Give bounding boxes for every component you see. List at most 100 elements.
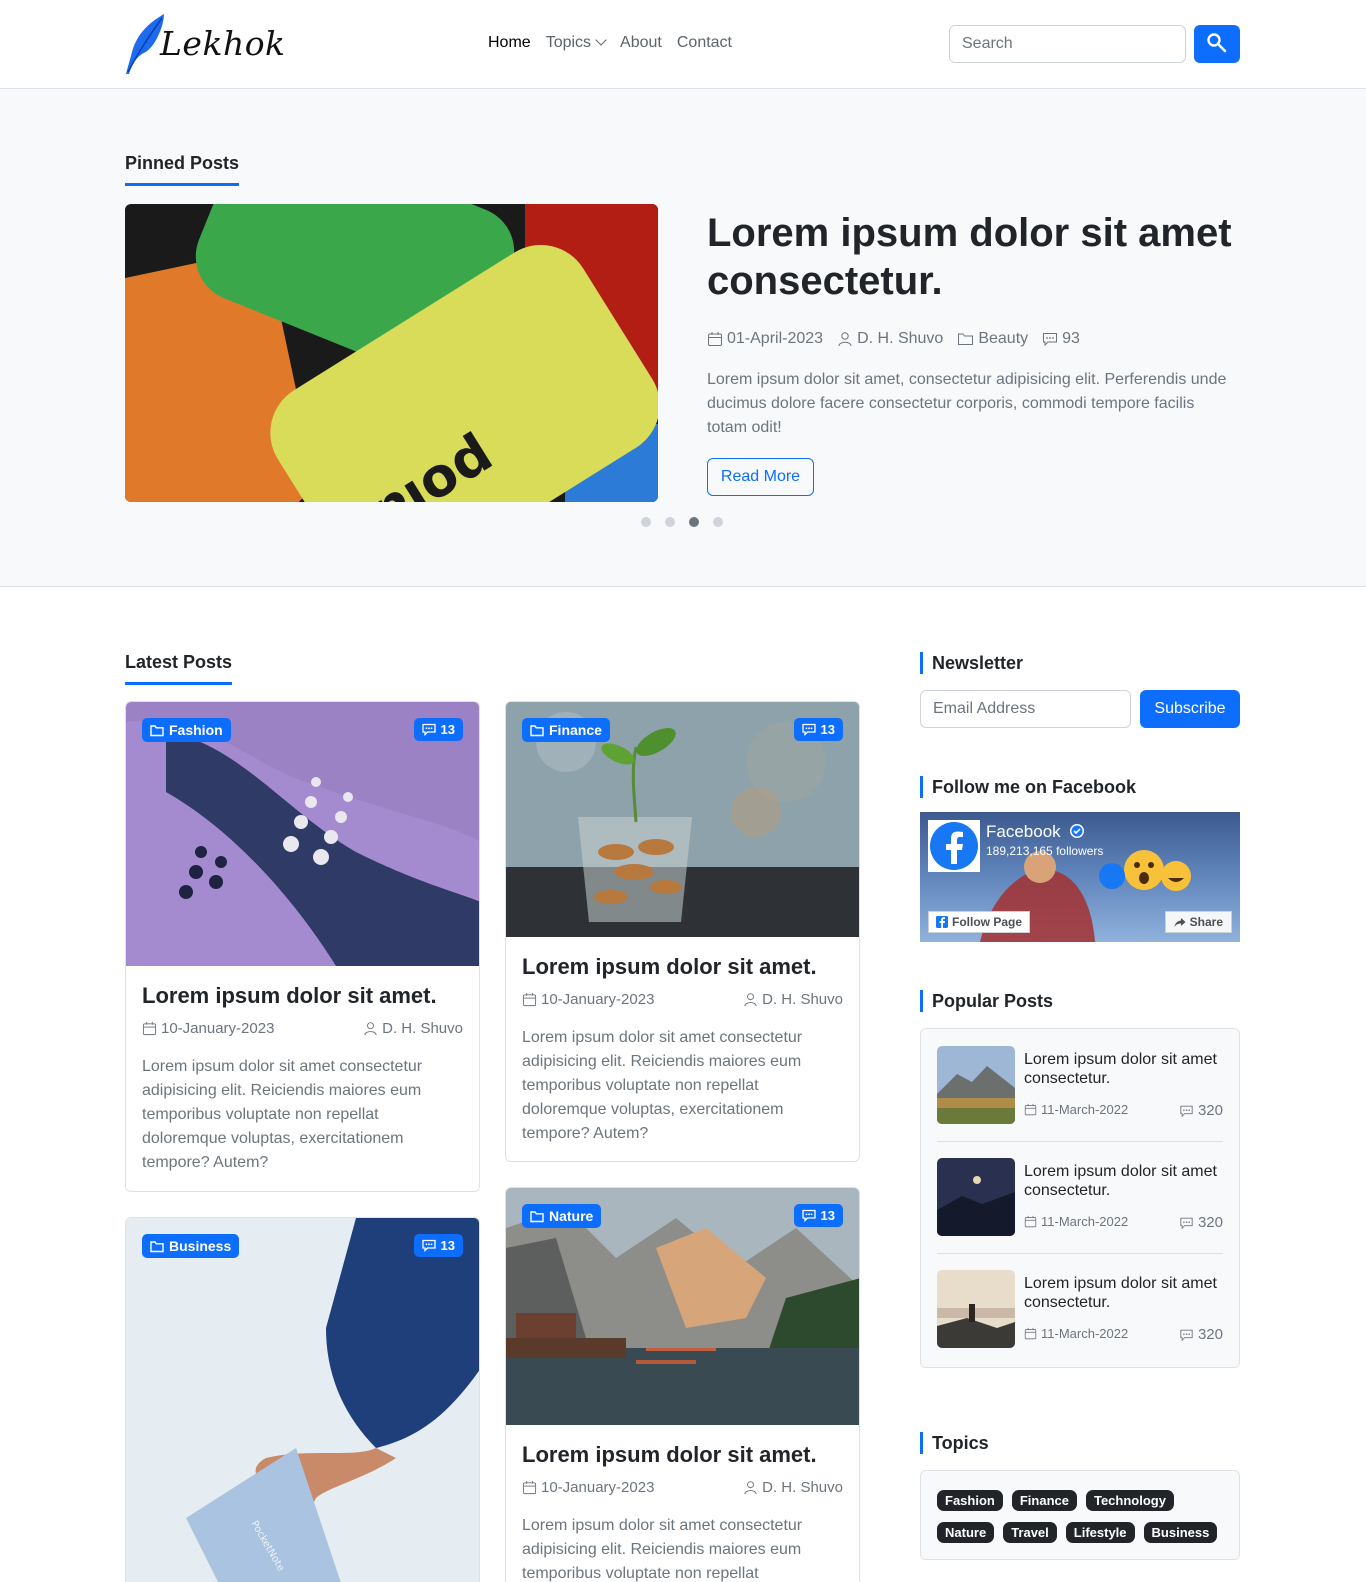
nav-home[interactable]: Home xyxy=(488,34,531,52)
pinned-author-text: D. H. Shuvo xyxy=(857,330,944,347)
category-badge[interactable]: Fashion xyxy=(142,718,231,742)
category-badge[interactable]: Nature xyxy=(522,1204,602,1228)
folder-icon xyxy=(958,333,974,345)
facebook-follow-button[interactable]: Follow Page xyxy=(928,911,1031,933)
facebook-page-logo[interactable] xyxy=(928,820,980,872)
comment-icon xyxy=(801,1209,816,1222)
latest-section-title: Latest Posts xyxy=(125,652,233,685)
topic-tag[interactable]: Finance xyxy=(1011,1490,1077,1511)
popular-post-comments: 320 xyxy=(1179,1326,1223,1343)
pinned-comments[interactable]: 93 xyxy=(1042,330,1080,348)
pinned-post-title[interactable]: Lorem ipsum dolor sit amet consectetur. xyxy=(707,209,1247,305)
navbar: Lekhok Home Topics About Contact xyxy=(0,0,1366,89)
pinned-post-excerpt: Lorem ipsum dolor sit amet, consectetur … xyxy=(707,371,1227,436)
popular-post-item[interactable]: Lorem ipsum dolor sit amet consectetur. … xyxy=(937,1046,1223,1126)
facebook-followers: 189,213,165 followers xyxy=(986,844,1104,858)
read-more-button[interactable]: Read More xyxy=(707,458,814,496)
comments-badge[interactable]: 13 xyxy=(793,718,843,741)
popular-post-title[interactable]: Lorem ipsum dolor sit amet consectetur. xyxy=(1024,1050,1224,1088)
pinned-author[interactable]: D. H. Shuvo xyxy=(837,330,943,348)
post-card[interactable]: PocketNote Business 13 xyxy=(125,1217,480,1582)
topic-tag[interactable]: Technology xyxy=(1085,1490,1174,1511)
carousel-dot[interactable] xyxy=(641,517,651,527)
post-author[interactable]: D. H. Shuvo xyxy=(743,991,843,1008)
popular-post-comments: 320 xyxy=(1179,1214,1223,1231)
verified-icon xyxy=(1070,824,1085,838)
post-card[interactable]: Fashion 13 Lorem ipsum dolor sit amet. 1… xyxy=(125,701,480,1192)
comment-icon xyxy=(1043,333,1058,347)
email-field[interactable] xyxy=(920,690,1131,728)
calendar-icon xyxy=(142,1021,157,1036)
comments-badge[interactable]: 13 xyxy=(413,718,463,741)
post-title[interactable]: Lorem ipsum dolor sit amet. xyxy=(142,982,463,1010)
post-image: Finance 13 xyxy=(506,702,859,937)
carousel-dot[interactable] xyxy=(665,517,675,527)
post-meta: 10-January-2023 D. H. Shuvo xyxy=(522,991,843,1008)
popular-post-comments-count: 320 xyxy=(1197,1214,1223,1231)
facebook-share-button[interactable]: Share xyxy=(1164,911,1232,933)
comments-badge[interactable]: 13 xyxy=(413,1234,463,1257)
comment-icon xyxy=(1180,1105,1193,1117)
category-badge-label: Business xyxy=(169,1238,232,1254)
calendar-icon xyxy=(1024,1327,1037,1340)
comments-badge[interactable]: 13 xyxy=(793,1204,843,1227)
facebook-page-name[interactable]: Facebook xyxy=(986,822,1061,841)
popular-thumb-art xyxy=(937,1158,1015,1236)
post-image: Fashion 13 xyxy=(126,702,479,966)
share-icon xyxy=(1174,917,1186,927)
facebook-page-name-row: Facebook xyxy=(986,822,1085,842)
post-author[interactable]: D. H. Shuvo xyxy=(363,1020,463,1037)
site-logo[interactable]: Lekhok xyxy=(124,12,285,76)
post-excerpt: Lorem ipsum dolor sit amet consectetur a… xyxy=(522,1029,803,1142)
pinned-post-image[interactable]: polar xyxy=(125,204,658,502)
popular-post-item[interactable]: Lorem ipsum dolor sit amet consectetur. … xyxy=(937,1270,1223,1350)
comment-icon xyxy=(421,1239,436,1252)
popular-post-date: 11-March-2022 xyxy=(1024,1102,1128,1117)
popular-post-title[interactable]: Lorem ipsum dolor sit amet consectetur. xyxy=(1024,1274,1224,1312)
nav-about[interactable]: About xyxy=(620,34,662,52)
search-input[interactable] xyxy=(949,25,1186,63)
topic-tag[interactable]: Travel xyxy=(1003,1522,1057,1543)
nav-topics[interactable]: Topics xyxy=(546,34,607,52)
category-badge[interactable]: Business xyxy=(142,1234,240,1258)
folder-icon xyxy=(150,724,164,736)
category-badge-label: Fashion xyxy=(169,722,223,738)
user-icon xyxy=(744,993,757,1007)
pinned-category[interactable]: Beauty xyxy=(957,330,1028,348)
topics-row: Nature Travel Lifestyle Business xyxy=(937,1522,1218,1543)
carousel-dot-active[interactable] xyxy=(689,517,699,527)
popular-post-title[interactable]: Lorem ipsum dolor sit amet consectetur. xyxy=(1024,1162,1224,1200)
post-body: Lorem ipsum dolor sit amet. 10-January-2… xyxy=(506,937,859,1161)
topic-tag[interactable]: Lifestyle xyxy=(1065,1522,1135,1543)
carousel-dot[interactable] xyxy=(713,517,723,527)
topic-tag[interactable]: Fashion xyxy=(937,1490,1003,1511)
popular-post-date: 11-March-2022 xyxy=(1024,1214,1128,1229)
popular-post-thumbnail xyxy=(937,1158,1015,1236)
post-image: PocketNote Business 13 xyxy=(126,1218,479,1582)
topic-tag[interactable]: Nature xyxy=(937,1522,995,1543)
chevron-down-icon xyxy=(595,34,607,46)
post-title[interactable]: Lorem ipsum dolor sit amet. xyxy=(522,1441,843,1469)
post-card[interactable]: Nature 13 Lorem ipsum dolor sit amet. 10… xyxy=(505,1187,860,1582)
comments-badge-count: 13 xyxy=(820,722,835,737)
popular-post-date: 11-March-2022 xyxy=(1024,1326,1128,1341)
calendar-icon xyxy=(708,332,722,346)
topic-tag[interactable]: Business xyxy=(1143,1522,1218,1543)
facebook-logo-icon xyxy=(930,822,978,870)
topics-row: Fashion Finance Technology xyxy=(937,1490,1174,1511)
popular-thumb-art xyxy=(937,1046,1015,1124)
popular-post-item[interactable]: Lorem ipsum dolor sit amet consectetur. … xyxy=(937,1158,1223,1238)
post-body: Lorem ipsum dolor sit amet. 10-January-2… xyxy=(126,966,479,1191)
post-author[interactable]: D. H. Shuvo xyxy=(743,1479,843,1496)
post-date-text: 10-January-2023 xyxy=(541,1479,655,1496)
search-button[interactable] xyxy=(1194,25,1240,63)
post-card[interactable]: Finance 13 Lorem ipsum dolor sit amet. 1… xyxy=(505,701,860,1162)
post-title[interactable]: Lorem ipsum dolor sit amet. xyxy=(522,953,843,981)
category-badge[interactable]: Finance xyxy=(522,718,610,742)
facebook-widget[interactable]: Facebook 189,213,165 followers Follow Pa… xyxy=(920,812,1240,942)
subscribe-button[interactable]: Subscribe xyxy=(1140,690,1240,728)
post-date: 10-January-2023 xyxy=(522,1479,654,1496)
newsletter-title: Newsletter xyxy=(920,652,1023,674)
post-date-text: 10-January-2023 xyxy=(541,991,655,1008)
nav-contact[interactable]: Contact xyxy=(677,34,732,52)
